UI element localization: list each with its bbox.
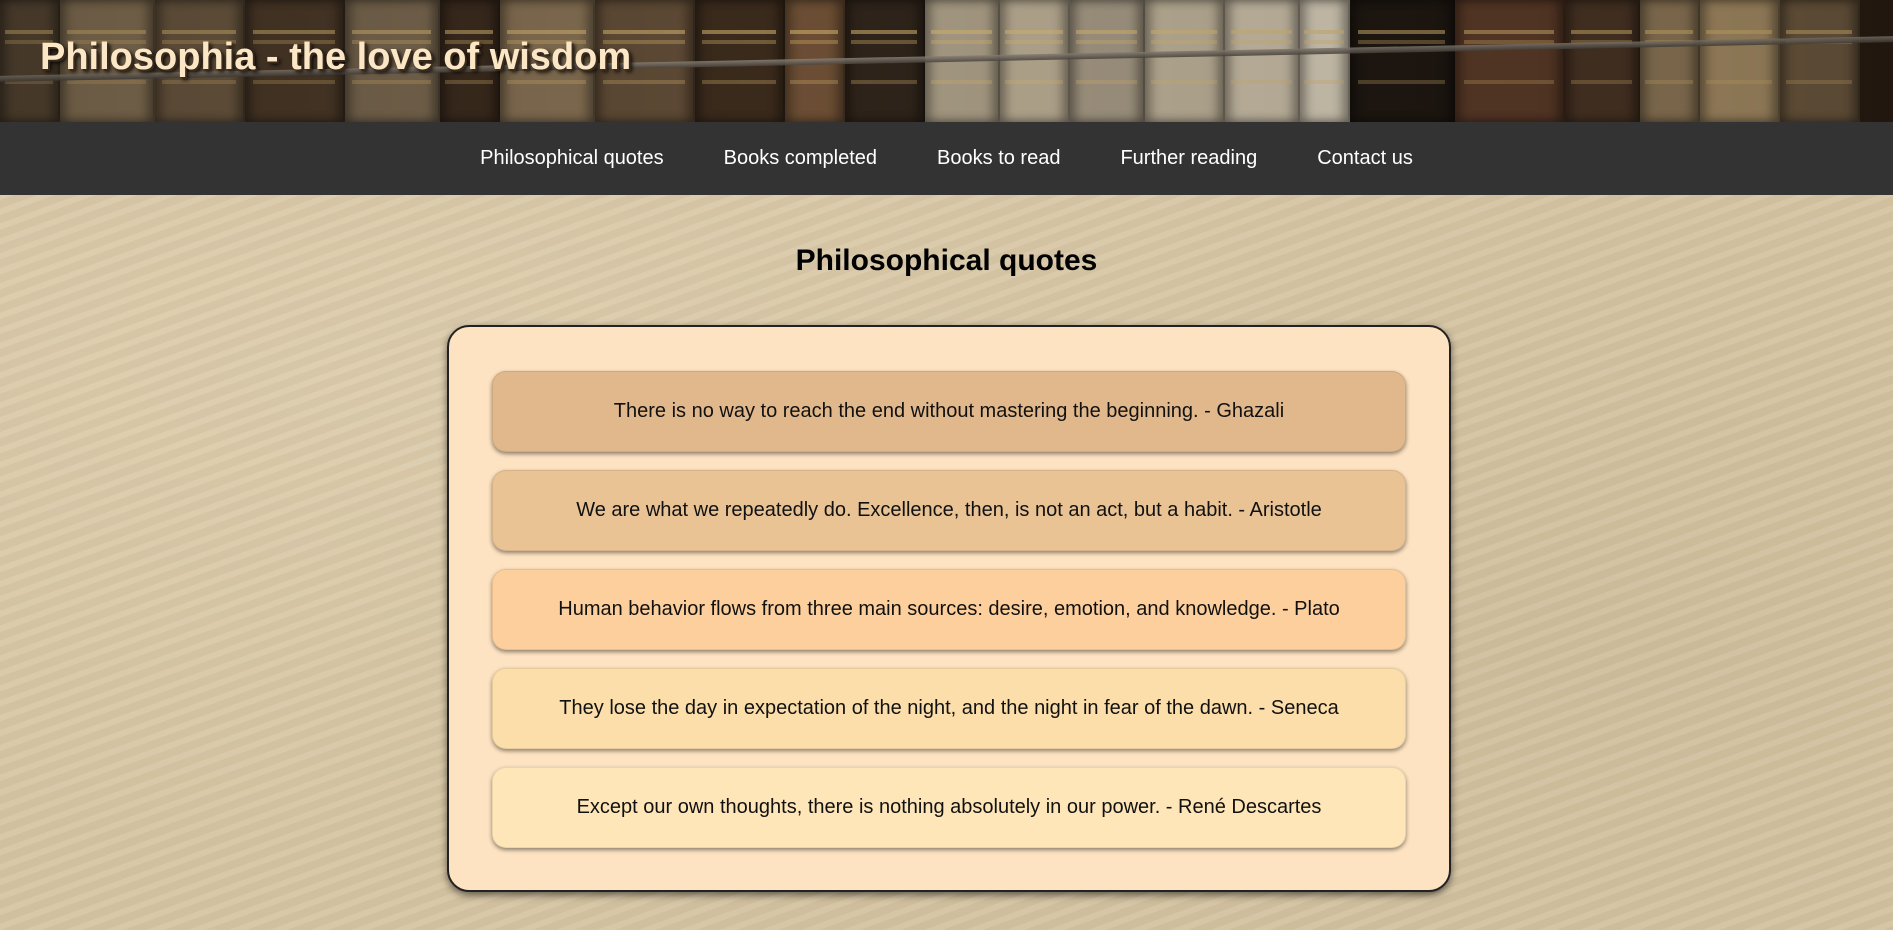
nav-link-further-reading[interactable]: Further reading (1090, 147, 1287, 170)
nav-link-contact-us[interactable]: Contact us (1287, 147, 1443, 170)
quotes-container: There is no way to reach the end without… (447, 325, 1451, 892)
quote-card-aristotle: We are what we repeatedly do. Excellence… (492, 470, 1406, 551)
nav-link-books-to-read[interactable]: Books to read (907, 147, 1090, 170)
site-title: Philosophia - the love of wisdom (40, 36, 632, 78)
quote-card-plato: Human behavior flows from three main sou… (492, 569, 1406, 650)
quote-card-seneca: They lose the day in expectation of the … (492, 668, 1406, 749)
main-nav: Philosophical quotes Books completed Boo… (0, 122, 1893, 195)
page-title: Philosophical quotes (795, 244, 1098, 277)
site-header: Philosophia - the love of wisdom (0, 0, 1893, 122)
nav-link-philosophical-quotes[interactable]: Philosophical quotes (450, 147, 693, 170)
quote-card-ghazali: There is no way to reach the end without… (492, 371, 1406, 452)
quote-card-descartes: Except our own thoughts, there is nothin… (492, 767, 1406, 848)
nav-link-books-completed[interactable]: Books completed (694, 147, 907, 170)
